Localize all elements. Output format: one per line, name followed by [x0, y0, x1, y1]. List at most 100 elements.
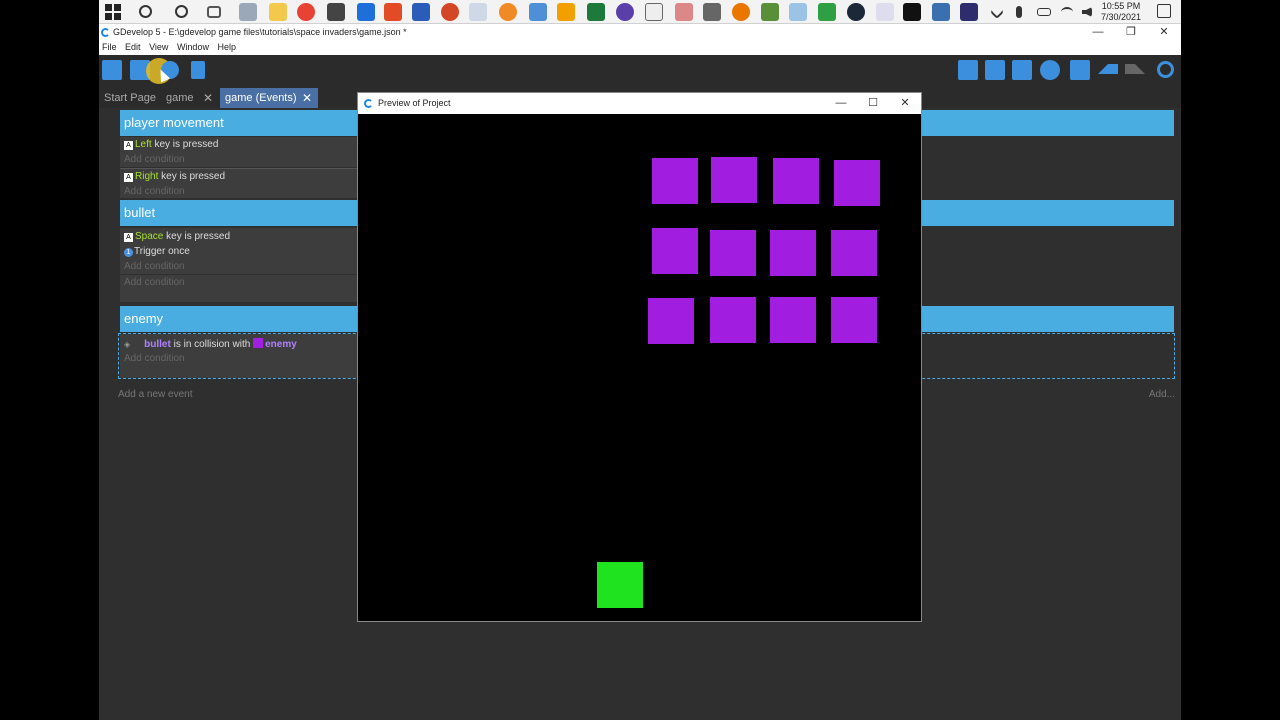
chevron-down-icon[interactable] [989, 4, 1005, 20]
menu-window[interactable]: Window [177, 42, 209, 52]
search-icon[interactable] [1157, 61, 1174, 78]
app-icon[interactable] [960, 3, 978, 21]
add-condition-link[interactable]: Add condition [124, 154, 185, 165]
notification-icon[interactable] [1157, 4, 1171, 18]
preview-maximize-button[interactable]: ☐ [857, 93, 889, 114]
tab-label: game [166, 92, 194, 104]
event-conditions-collision[interactable]: ◈ bullet is in collision with enemy Add c… [120, 334, 357, 378]
preview-close-button[interactable]: ✕ [889, 93, 921, 114]
event-conditions-sub[interactable]: Add condition [120, 275, 357, 302]
game-canvas[interactable] [358, 114, 921, 621]
debug-icon[interactable] [191, 61, 205, 79]
tab-start-page[interactable]: Start Page [99, 88, 161, 108]
add-new-event-link[interactable]: Add a new event [118, 389, 193, 400]
undo-icon[interactable] [1098, 64, 1118, 74]
app-icon[interactable] [876, 3, 894, 21]
office-icon[interactable] [384, 3, 402, 21]
steam-icon[interactable] [847, 3, 865, 21]
gdevelop-logo-icon [101, 28, 110, 37]
add-condition-link[interactable]: Add condition [124, 353, 185, 364]
add-event-icon[interactable] [958, 60, 978, 80]
app-icon[interactable] [789, 3, 807, 21]
app-icon[interactable] [557, 3, 575, 21]
terminal-icon[interactable] [903, 3, 921, 21]
app-icon[interactable] [818, 3, 836, 21]
condition-row[interactable]: A Space key is pressed [124, 231, 230, 242]
condition-text: key is pressed [154, 139, 219, 150]
close-button[interactable]: ✕ [1147, 24, 1181, 41]
wifi-icon [1061, 7, 1073, 17]
condition-text: key is pressed [161, 171, 226, 182]
tab-game-events[interactable]: game (Events) ✕ [220, 88, 318, 108]
menu-file[interactable]: File [102, 42, 117, 52]
condition-row[interactable]: A Right key is pressed [124, 171, 225, 182]
event-conditions-space[interactable]: A Space key is pressed 1 Trigger once Add … [120, 228, 357, 274]
close-icon[interactable]: ✕ [302, 88, 312, 108]
close-icon[interactable]: ✕ [203, 88, 213, 108]
app-icon[interactable] [239, 3, 257, 21]
condition-text: Trigger once [134, 246, 190, 257]
windows-start-icon[interactable] [105, 4, 121, 20]
enemy-sprite [770, 230, 816, 276]
condition-row[interactable]: 1 Trigger once [124, 246, 190, 257]
minecraft-icon[interactable] [761, 3, 779, 21]
delete-icon[interactable] [1070, 60, 1090, 80]
headphones-icon[interactable] [616, 3, 634, 21]
clock[interactable]: 10:55 PM 7/30/2021 [1101, 1, 1141, 23]
screen: 10:55 PM 7/30/2021 GDevelop 5 - E:\gdeve… [99, 0, 1181, 720]
keyboard-icon: A [124, 173, 133, 182]
trigger-once-icon: 1 [124, 248, 133, 257]
chrome-icon[interactable] [297, 3, 315, 21]
preview-minimize-button[interactable]: — [825, 93, 857, 114]
excel-icon[interactable] [587, 3, 605, 21]
enemy-sprite [710, 230, 756, 276]
event-conditions-right[interactable]: A Right key is pressed Add condition [120, 169, 357, 198]
menu-edit[interactable]: Edit [125, 42, 141, 52]
task-view-icon[interactable] [207, 6, 221, 18]
app-icon[interactable] [675, 3, 693, 21]
volume-icon [1082, 7, 1092, 17]
file-explorer-icon[interactable] [269, 3, 287, 21]
add-subevent-icon[interactable] [985, 60, 1005, 80]
add-other-icon[interactable] [1040, 60, 1060, 80]
add-menu-link[interactable]: Add... [1149, 389, 1175, 400]
add-comment-icon[interactable] [1012, 60, 1032, 80]
enemy-sprite [831, 297, 877, 343]
app-icon[interactable] [703, 3, 721, 21]
add-condition-link[interactable]: Add condition [124, 261, 185, 272]
tab-game[interactable]: game ✕ [161, 88, 218, 108]
menu-help[interactable]: Help [217, 42, 236, 52]
minimize-button[interactable]: — [1081, 24, 1115, 41]
enemy-sprite [710, 297, 756, 343]
cortana-icon[interactable] [175, 5, 188, 18]
keyboard-icon: A [124, 141, 133, 150]
enemy-sprite [831, 230, 877, 276]
condition-row[interactable]: A Left key is pressed [124, 139, 218, 150]
word-icon[interactable] [412, 3, 430, 21]
search-icon[interactable] [139, 5, 152, 18]
menu-view[interactable]: View [149, 42, 168, 52]
collision-icon: ◈ [124, 340, 131, 349]
store-icon[interactable] [327, 3, 345, 21]
app-icon[interactable] [499, 3, 517, 21]
enemy-sprite [834, 160, 880, 206]
redo-icon[interactable] [1125, 64, 1145, 74]
maximize-button[interactable]: ❐ [1114, 24, 1148, 41]
app-icon[interactable] [645, 3, 663, 21]
add-condition-link[interactable]: Add condition [124, 186, 185, 197]
app-icon[interactable] [932, 3, 950, 21]
condition-row[interactable]: ◈ bullet is in collision with enemy [124, 338, 297, 350]
project-manager-icon[interactable] [102, 60, 122, 80]
enemy-sprite [648, 298, 694, 344]
condition-key: Space [135, 231, 164, 242]
event-conditions-left[interactable]: A Left key is pressed Add condition [120, 137, 357, 167]
gdevelop-icon[interactable] [469, 3, 487, 21]
add-condition-link[interactable]: Add condition [124, 277, 185, 288]
powerpoint-icon[interactable] [441, 3, 459, 21]
mail-icon[interactable] [357, 3, 375, 21]
enemy-sprite [770, 297, 816, 343]
condition-object: enemy [265, 339, 297, 350]
settings-icon[interactable] [529, 3, 547, 21]
preview-titlebar[interactable]: Preview of Project — ☐ ✕ [358, 93, 921, 114]
blender-icon[interactable] [732, 3, 750, 21]
